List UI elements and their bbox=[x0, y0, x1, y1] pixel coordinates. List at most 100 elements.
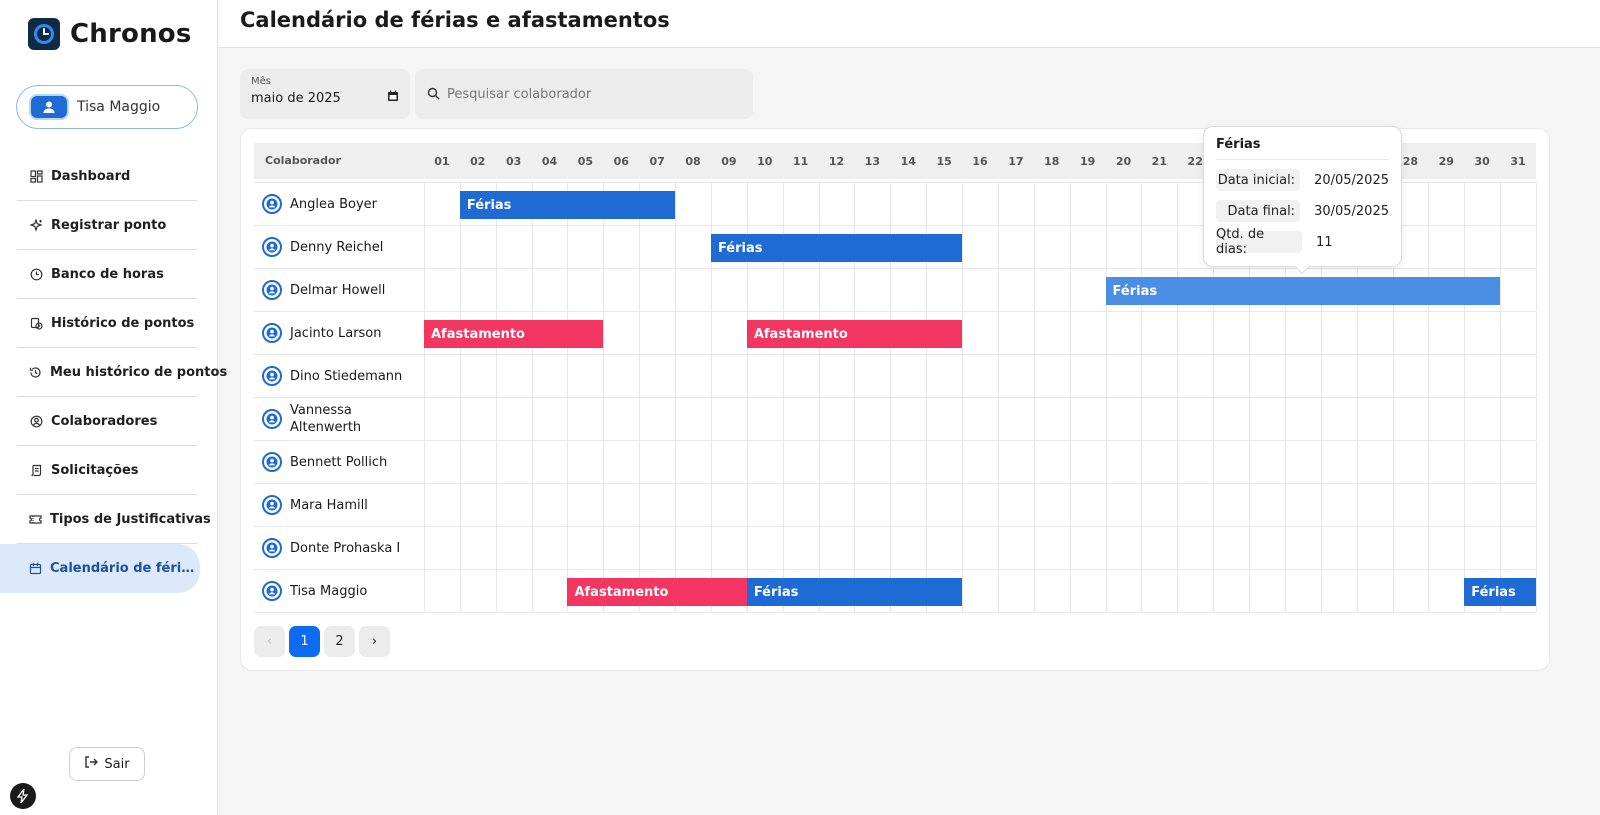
prev-page-button[interactable]: ‹ bbox=[254, 626, 285, 657]
grid-line bbox=[495, 441, 497, 483]
vacation-bar[interactable]: Férias bbox=[1464, 578, 1536, 606]
sidebar-item-user-circle[interactable]: Colaboradores bbox=[17, 397, 197, 446]
grid-line bbox=[1428, 226, 1430, 268]
grid-line bbox=[962, 226, 964, 268]
grid-line bbox=[710, 269, 712, 311]
grid-line bbox=[1105, 441, 1107, 483]
employee-cell[interactable]: Mara Hamill bbox=[262, 484, 422, 526]
grid-line bbox=[1320, 484, 1322, 526]
vacation-bar[interactable]: Férias bbox=[710, 234, 963, 262]
logout-button[interactable]: Sair bbox=[69, 747, 145, 781]
grid-line bbox=[890, 484, 892, 526]
grid-line bbox=[531, 355, 533, 397]
user-name: Tisa Maggio bbox=[77, 99, 161, 115]
grid-line bbox=[495, 570, 497, 612]
tooltip-start-value: 20/05/2025 bbox=[1314, 172, 1389, 188]
employee-cell[interactable]: Jacinto Larson bbox=[262, 312, 422, 354]
grid-line bbox=[603, 312, 605, 354]
grid-line bbox=[1284, 355, 1286, 397]
grid-line bbox=[1069, 527, 1071, 569]
bolt-icon[interactable] bbox=[10, 783, 36, 809]
user-circle-icon bbox=[262, 538, 282, 558]
sidebar-item-clock-history[interactable]: Histórico de pontos bbox=[17, 299, 197, 348]
sidebar-item-scroll[interactable]: Solicitações bbox=[17, 446, 197, 495]
grid-line bbox=[782, 269, 784, 311]
grid-line bbox=[710, 398, 712, 440]
grid-line bbox=[1500, 183, 1502, 225]
sidebar-item-history[interactable]: Meu histórico de pontos bbox=[17, 348, 227, 397]
grid-line bbox=[459, 570, 461, 612]
employee-row: Delmar Howell Férias bbox=[254, 269, 1537, 312]
vacation-bar[interactable]: Férias bbox=[459, 191, 676, 219]
grid-line bbox=[1213, 441, 1215, 483]
grid-line bbox=[424, 570, 425, 612]
brand[interactable]: Chronos bbox=[28, 18, 192, 50]
page-button[interactable]: 2 bbox=[324, 626, 355, 657]
grid-line bbox=[1105, 183, 1107, 225]
grid-line bbox=[1284, 312, 1286, 354]
grid-line bbox=[1500, 527, 1502, 569]
grid-line bbox=[1141, 484, 1143, 526]
grid-line bbox=[1069, 226, 1071, 268]
grid-line bbox=[1392, 570, 1394, 612]
grid-line bbox=[495, 269, 497, 311]
grid-line bbox=[1284, 570, 1286, 612]
employee-cell[interactable]: Delmar Howell bbox=[262, 269, 422, 311]
employee-cell[interactable]: Bennett Pollich bbox=[262, 441, 422, 483]
employee-name: Tisa Maggio bbox=[290, 583, 368, 599]
employee-cell[interactable]: Denny Reichel bbox=[262, 226, 422, 268]
user-profile-chip[interactable]: Tisa Maggio bbox=[16, 85, 198, 129]
day-header: 29 bbox=[1438, 154, 1454, 168]
grid-line bbox=[603, 355, 605, 397]
calendar-icon[interactable] bbox=[387, 90, 399, 106]
grid-line bbox=[1392, 312, 1394, 354]
page-button[interactable]: 1 bbox=[289, 626, 320, 657]
grid-line bbox=[710, 183, 712, 225]
sidebar-item-dashboard[interactable]: Dashboard bbox=[17, 152, 197, 201]
user-circle-icon bbox=[262, 452, 282, 472]
grid-line bbox=[1428, 398, 1430, 440]
leave-bar[interactable]: Afastamento bbox=[567, 578, 747, 606]
grid-line bbox=[1249, 441, 1251, 483]
employee-cell[interactable]: Anglea Boyer bbox=[262, 183, 422, 225]
grid-line bbox=[1284, 484, 1286, 526]
sidebar-item-label: Tipos de Justificativas bbox=[50, 511, 211, 527]
month-picker[interactable]: Mês maio de 2025 bbox=[240, 69, 410, 119]
sidebar-item-ticket[interactable]: Tipos de Justificativas bbox=[17, 495, 211, 544]
vacation-bar[interactable]: Férias bbox=[1105, 277, 1501, 305]
sidebar-item-label: Registrar ponto bbox=[51, 217, 167, 233]
grid-line bbox=[1249, 527, 1251, 569]
employee-cell[interactable]: Tisa Maggio bbox=[262, 570, 422, 612]
grid-line bbox=[567, 355, 569, 397]
leave-bar[interactable]: Afastamento bbox=[424, 320, 604, 348]
sidebar-item-sparkle[interactable]: Registrar ponto bbox=[17, 201, 197, 250]
grid-line bbox=[997, 269, 999, 311]
employee-name: Jacinto Larson bbox=[290, 325, 382, 341]
grid-line bbox=[603, 269, 605, 311]
grid-line bbox=[639, 484, 641, 526]
grid-line bbox=[1177, 398, 1179, 440]
grid-line bbox=[818, 269, 820, 311]
grid-line bbox=[854, 269, 856, 311]
grid-line bbox=[424, 269, 425, 311]
grid-line bbox=[782, 527, 784, 569]
next-page-button[interactable]: › bbox=[359, 626, 390, 657]
employee-cell[interactable]: Donte Prohaska I bbox=[262, 527, 422, 569]
search-input[interactable] bbox=[447, 86, 737, 102]
grid-line bbox=[818, 527, 820, 569]
grid-line bbox=[603, 441, 605, 483]
leave-bar[interactable]: Afastamento bbox=[746, 320, 963, 348]
tooltip-start-label: Data inicial: bbox=[1216, 169, 1301, 191]
tooltip-end-label: Data final: bbox=[1216, 200, 1301, 222]
sidebar-item-clock[interactable]: Banco de horas bbox=[17, 250, 197, 299]
sidebar-item-calendar[interactable]: Calendário de férias e afastamentos bbox=[0, 544, 200, 593]
employee-cell[interactable]: Vannessa Altenwerth bbox=[262, 398, 422, 440]
employee-name: Bennett Pollich bbox=[290, 454, 388, 470]
ticket-icon bbox=[29, 512, 42, 526]
grid-line bbox=[997, 312, 999, 354]
tooltip-row-days: Qtd. de dias: 11 bbox=[1216, 227, 1389, 257]
grid-line bbox=[459, 527, 461, 569]
employee-cell[interactable]: Dino Stiedemann bbox=[262, 355, 422, 397]
vacation-bar[interactable]: Férias bbox=[746, 578, 963, 606]
search-field[interactable] bbox=[415, 69, 753, 119]
